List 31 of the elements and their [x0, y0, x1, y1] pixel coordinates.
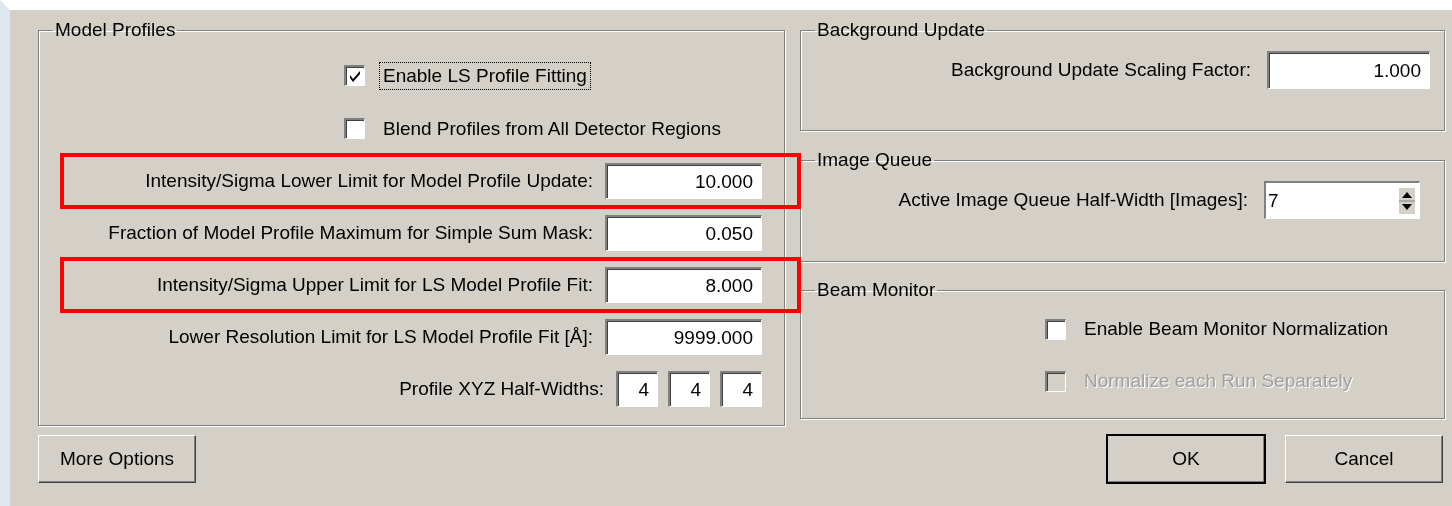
spinner-arrows-icon[interactable]	[1399, 187, 1415, 214]
group-title: Model Profiles	[54, 19, 177, 41]
checkbox[interactable]	[344, 65, 365, 86]
group-title: Beam Monitor	[816, 279, 937, 301]
input-field[interactable]: 10.000	[605, 163, 762, 199]
group-title: Image Queue	[816, 149, 934, 171]
input-field[interactable]: 9999.000	[605, 319, 762, 355]
checkbox[interactable]	[344, 118, 365, 139]
more-options-button[interactable]: More Options	[38, 435, 196, 483]
field-label: Lower Resolution Limit for LS Model Profile Fit [Å]:	[168, 326, 593, 348]
input-field[interactable]: 4	[668, 371, 710, 407]
checkbox[interactable]	[1045, 318, 1066, 340]
field-label: Background Update Scaling Factor:	[951, 59, 1251, 81]
field-label: Active Image Queue Half-Width [Images]:	[898, 189, 1248, 211]
input-field[interactable]: 0.050	[605, 215, 762, 251]
checkbox-label[interactable]: Enable Beam Monitor Normalization	[1080, 315, 1393, 343]
spinner-field[interactable]: 7	[1264, 181, 1420, 219]
checkbox-label[interactable]: Enable LS Profile Fitting	[379, 61, 591, 90]
field-label: Profile XYZ Half-Widths:	[399, 378, 604, 400]
checkbox-label[interactable]: Blend Profiles from All Detector Regions	[379, 114, 725, 143]
group-title: Background Update	[816, 19, 986, 41]
dialog-button[interactable]: OK	[1107, 435, 1265, 483]
input-field[interactable]: 8.000	[605, 267, 762, 303]
field-label: Fraction of Model Profile Maximum for Simple Sum Mask:	[108, 222, 593, 244]
input-field[interactable]: 4	[720, 371, 762, 407]
field-label: Intensity/Sigma Upper Limit for LS Model Profile Fit:	[156, 274, 593, 296]
input-field[interactable]: 1.000	[1267, 51, 1430, 89]
dialog-button[interactable]: Cancel	[1285, 435, 1443, 483]
checkmark-icon	[348, 69, 362, 83]
field-label: Intensity/Sigma Lower Limit for Model Profile Update:	[145, 170, 593, 192]
input-field[interactable]: 4	[616, 371, 658, 407]
